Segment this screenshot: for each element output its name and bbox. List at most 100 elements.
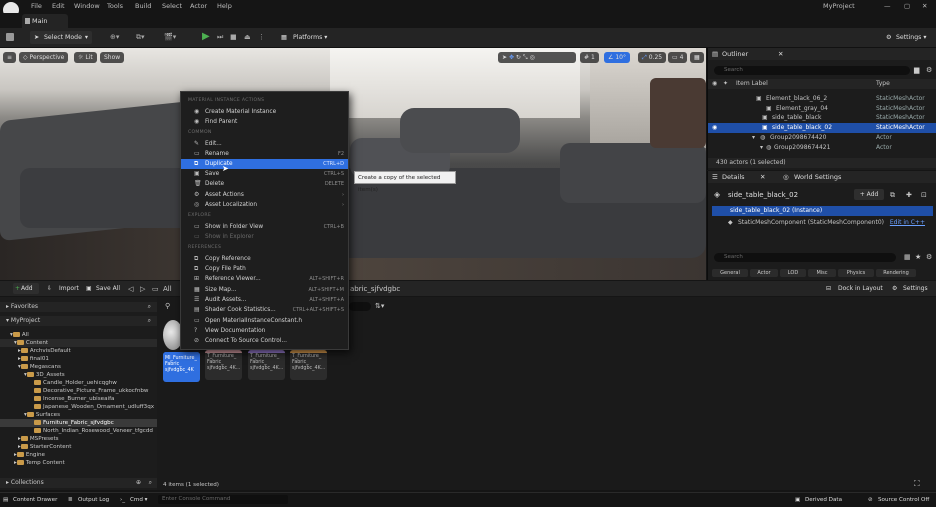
gear-icon[interactable]: ⚙ xyxy=(926,66,932,74)
add-collection-icon[interactable]: ⊕ xyxy=(136,478,141,488)
outliner-row[interactable]: ▾ ◍ Group2098674420 Actor xyxy=(708,133,936,143)
cmd-dropdown[interactable]: ›_ Cmd ▾ xyxy=(120,495,148,506)
asset-search-input[interactable] xyxy=(349,302,371,311)
asset-tile[interactable]: T_Furniture_ Fabric_ sjfvdgbc_4K... xyxy=(205,350,242,380)
details-search-input[interactable]: Search xyxy=(714,253,896,262)
menu-delete[interactable]: 🗑 Delete DELETE xyxy=(181,179,348,189)
expand-arrow-icon[interactable]: ▾ xyxy=(760,143,763,153)
viewport-menu-button[interactable]: ≡ xyxy=(3,52,17,63)
tree-item[interactable]: ▾ Surfaces xyxy=(0,411,157,419)
more-options-icon[interactable]: ⋮ xyxy=(258,33,265,41)
tree-item[interactable]: ▾ Megascans xyxy=(0,363,157,371)
show-button[interactable]: Show xyxy=(100,52,125,63)
scale-icon[interactable]: ⤡ xyxy=(523,54,528,61)
add-component-button[interactable]: + Add xyxy=(854,189,884,200)
menu-show-in-folder-view[interactable]: ▭ Show in Folder View CTRL+B xyxy=(181,222,348,232)
menu-edit[interactable]: ✎ Edit... xyxy=(181,139,348,149)
history-forward-icon[interactable]: ▷ xyxy=(140,285,145,293)
menu-file[interactable]: File xyxy=(31,2,42,10)
cb-settings-button[interactable]: ⚙ Settings xyxy=(892,283,928,294)
tree-item[interactable]: ▾ 3D_Assets xyxy=(0,371,157,379)
rotate-icon[interactable]: ↻ xyxy=(516,54,521,61)
menu-actor[interactable]: Actor xyxy=(190,2,207,10)
menu-asset-actions[interactable]: ⚙ Asset Actions › xyxy=(181,190,348,200)
select-mode-dropdown[interactable]: ➤ Select Mode ▾ xyxy=(30,31,92,44)
menu-select[interactable]: Select xyxy=(162,2,182,10)
gear-icon[interactable]: ⚙ xyxy=(926,253,932,261)
folder-add-icon[interactable]: ▆ xyxy=(914,66,919,74)
lock-icon[interactable]: ⊡ xyxy=(921,191,927,199)
close-tab-icon[interactable]: ✕ xyxy=(760,171,765,183)
layout-button[interactable]: ▦ xyxy=(690,52,704,63)
scale-snap-button[interactable]: ⤢ 0.25 xyxy=(638,52,667,63)
menu-rename[interactable]: ▭ Rename F2 xyxy=(181,149,348,159)
save-all-button[interactable]: ▣ Save All xyxy=(86,283,120,294)
perspective-button[interactable]: ◇ Perspective xyxy=(19,52,69,63)
menu-reference-viewer[interactable]: ⊞ Reference Viewer... ALT+SHIFT+R xyxy=(181,274,348,284)
tree-item[interactable]: ▸ StarterContent xyxy=(0,443,157,451)
cinematics-icon[interactable]: 🎬▾ xyxy=(164,33,176,41)
maximize-icon[interactable]: ▢ xyxy=(904,2,910,10)
filter-tab-rendering[interactable]: Rendering xyxy=(876,269,916,277)
add-blueprint-icon[interactable]: ✚ xyxy=(906,191,912,199)
tree-item[interactable]: ▾ Content xyxy=(0,339,157,347)
asset-tile[interactable]: T_Furniture_ Fabric_ sjfvdgbc_4K... xyxy=(248,350,285,380)
menu-window[interactable]: Window xyxy=(74,2,100,10)
step-icon[interactable]: ⏭ xyxy=(217,33,223,42)
play-icon[interactable]: ▶ xyxy=(202,31,210,42)
menu-tools[interactable]: Tools xyxy=(107,2,123,10)
camera-speed-button[interactable]: ▭ 4 xyxy=(668,52,688,63)
transform-tools[interactable]: ➤ ✥ ↻ ⤡ ◎ xyxy=(498,52,576,63)
tab-world-settings[interactable]: World Settings xyxy=(794,171,841,183)
blueprint-icon[interactable]: ⧉▾ xyxy=(136,33,145,42)
save-icon[interactable] xyxy=(6,33,14,41)
tree-item[interactable]: ▾ All xyxy=(0,331,157,339)
component-instance-row[interactable]: side_table_black_02 (Instance) xyxy=(712,206,933,216)
outliner-row[interactable]: ▣ side_table_black StaticMeshActor xyxy=(708,113,936,123)
tree-item[interactable]: ▸ MSPresets xyxy=(0,435,157,443)
stop-icon[interactable]: ■ xyxy=(230,33,237,41)
menu-save[interactable]: ▣ Save CTRL+S xyxy=(181,169,348,179)
add-button[interactable]: + Add xyxy=(13,283,39,294)
tree-item[interactable]: Japanese_Wooden_Ornament_udluff3qx xyxy=(0,403,157,411)
search-icon[interactable]: ⌕ xyxy=(149,478,152,488)
filter-tab-actor[interactable]: Actor xyxy=(750,269,778,277)
menu-create-material-instance[interactable]: ◉ Create Material Instance xyxy=(181,107,348,117)
outliner-row[interactable]: ▾ ◍ Group2098674421 Actor xyxy=(708,143,936,153)
menu-copy-file-path[interactable]: ⧉ Copy File Path xyxy=(181,264,348,274)
move-icon[interactable]: ✥ xyxy=(509,54,514,61)
menu-asset-localization[interactable]: ◎ Asset Localization › xyxy=(181,200,348,210)
menu-edit[interactable]: Edit xyxy=(52,2,65,10)
tree-item[interactable]: ▸ final01 xyxy=(0,355,157,363)
tree-item-selected[interactable]: Furniture_Fabric_sjfvdgbc xyxy=(0,419,157,427)
menu-help[interactable]: Help xyxy=(217,2,232,10)
edit-in-cpp-link[interactable]: Edit in C++ xyxy=(890,218,925,228)
tree-item[interactable]: Incense_Burner_ubiseaifa xyxy=(0,395,157,403)
menu-connect-source-control[interactable]: ⊘ Connect To Source Control... xyxy=(181,336,348,346)
angle-snap-button[interactable]: ∠ 10° xyxy=(604,52,630,63)
derived-data-button[interactable]: ▣ Derived Data xyxy=(795,495,842,506)
search-icon[interactable]: ⌕ xyxy=(148,302,151,312)
console-command-input[interactable]: Enter Console Command xyxy=(158,495,288,504)
menu-copy-reference[interactable]: ⧉ Copy Reference xyxy=(181,254,348,264)
dock-in-layout-button[interactable]: ⊟ Dock in Layout xyxy=(826,283,883,294)
source-control-button[interactable]: ⊘ Source Control Off xyxy=(868,495,929,506)
outliner-search-input[interactable]: Search xyxy=(714,66,910,75)
menu-show-in-explorer[interactable]: ▭ Show in Explorer xyxy=(181,232,348,242)
select-icon[interactable]: ➤ xyxy=(502,54,507,61)
screenshot-icon[interactable]: ⛶ xyxy=(914,479,920,489)
add-content-icon[interactable]: ⊕▾ xyxy=(110,33,119,41)
filter-tab-general[interactable]: General xyxy=(712,269,748,277)
menu-find-parent[interactable]: ◉ Find Parent xyxy=(181,117,348,127)
lit-button[interactable]: ☼ Lit xyxy=(74,52,97,63)
tree-item[interactable]: North_Indian_Rosewood_Veneer_tfgcdd xyxy=(0,427,157,435)
col-item-label[interactable]: Item Label xyxy=(736,79,768,89)
tree-item[interactable]: ▸ Engine xyxy=(0,451,157,459)
outliner-row[interactable]: ▣ Element_black_06_2 StaticMeshActor xyxy=(708,94,936,104)
breadcrumb-all[interactable]: All xyxy=(163,285,172,293)
project-header[interactable]: ▾ MyProject ⌕ xyxy=(0,316,157,326)
actor-name-field[interactable]: side_table_black_02 xyxy=(728,191,798,199)
asset-tile[interactable]: T_Furniture_ Fabric_ sjfvdgbc_4K... xyxy=(290,350,327,380)
output-log-button[interactable]: ≣ Output Log xyxy=(68,495,109,506)
menu-audit-assets[interactable]: ☰ Audit Assets... ALT+SHIFT+A xyxy=(181,295,348,305)
